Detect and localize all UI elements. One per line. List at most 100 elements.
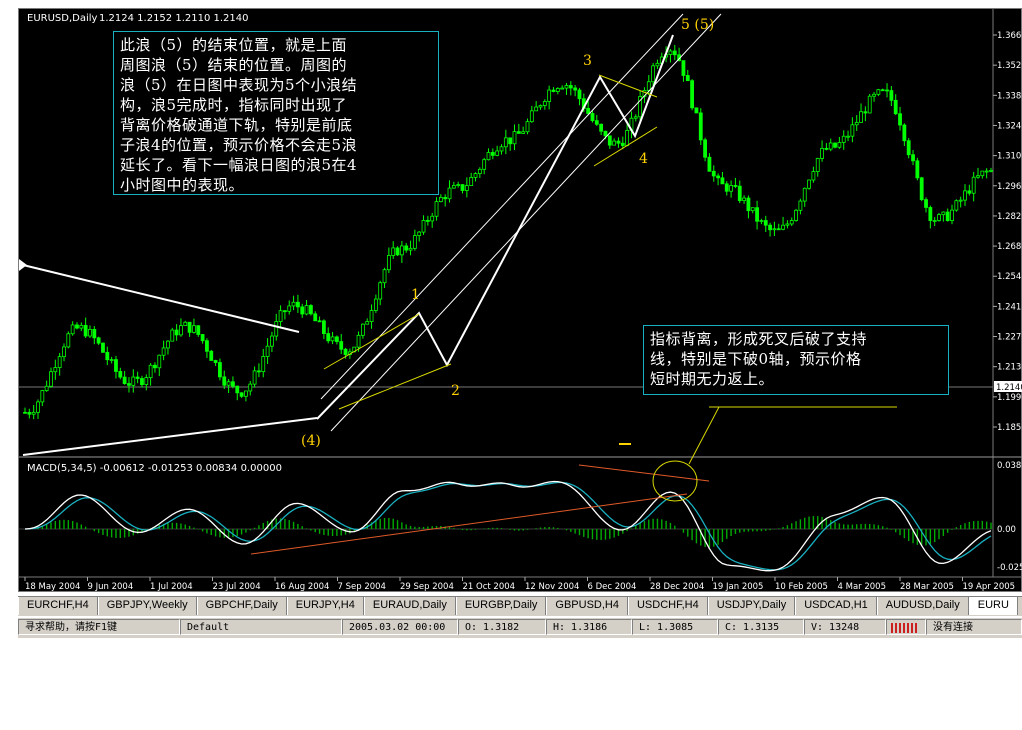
price-tick-label: 1.3240 — [997, 121, 1022, 131]
candle-body — [889, 90, 894, 101]
candle-body — [300, 306, 305, 315]
candle-body — [902, 124, 907, 142]
candle — [148, 363, 153, 386]
candle — [768, 222, 772, 237]
candle-body — [833, 142, 837, 148]
triangle-lower-line — [22, 417, 318, 456]
chart-tab[interactable]: GBPJPY,Weekly — [97, 597, 197, 615]
status-volume-value: 13248 — [829, 622, 860, 633]
chart-ohlc-values: 1.2124 1.2152 1.2110 1.2140 — [99, 13, 249, 24]
candle — [62, 343, 66, 362]
candle-body — [815, 158, 820, 172]
candle-body — [490, 152, 495, 156]
candle — [737, 180, 742, 204]
candle — [954, 199, 959, 212]
candle — [460, 184, 465, 194]
candle-body — [369, 310, 374, 323]
candle-body — [911, 154, 915, 162]
candle — [841, 130, 846, 150]
candle-body — [746, 197, 751, 212]
candle — [309, 304, 313, 316]
candle — [915, 157, 920, 181]
candle — [443, 194, 448, 207]
candle — [599, 123, 604, 136]
chart-tab[interactable]: USDCHF,H4 — [627, 597, 708, 615]
candle-body — [937, 214, 941, 221]
candle-body — [464, 185, 469, 191]
candle — [300, 303, 305, 318]
candle — [378, 280, 383, 306]
candle — [222, 370, 227, 389]
candle-body — [140, 378, 144, 385]
candle — [399, 240, 404, 263]
candle — [811, 166, 816, 183]
candle — [629, 111, 634, 139]
candle — [179, 318, 183, 337]
candle — [763, 215, 768, 233]
chart-tab[interactable]: AUDUSD,Daily — [876, 597, 969, 615]
candle — [941, 211, 946, 222]
candle — [902, 123, 907, 146]
candle — [781, 216, 785, 231]
chart-tab[interactable]: EURU — [968, 597, 1018, 615]
date-tick-label: 19 Jan 2005 — [713, 582, 764, 592]
candle — [196, 325, 201, 337]
candle-body — [378, 282, 383, 300]
candle — [759, 218, 764, 225]
candle — [508, 137, 513, 151]
price-tick-label: 1.2685 — [997, 242, 1022, 252]
candle-body — [573, 87, 578, 91]
macd-main-line — [24, 480, 992, 572]
chart-tab[interactable]: EURAUD,Daily — [363, 597, 456, 615]
candle-body — [941, 211, 946, 216]
candle — [244, 390, 248, 402]
candle-body — [802, 187, 807, 202]
candle-body — [841, 135, 846, 143]
candle-body — [261, 356, 266, 373]
candle-body — [534, 106, 539, 112]
candle-body — [92, 329, 97, 339]
chart-tab[interactable]: GBPUSD,H4 — [546, 597, 628, 615]
macd-tick-label: 0.00 — [997, 525, 1016, 535]
candle — [473, 172, 478, 182]
chart-tab[interactable]: EURCHF,H4 — [18, 597, 98, 615]
status-low-value: 1.3085 — [657, 622, 694, 633]
candle-body — [633, 116, 638, 119]
price-tick-label: 1.3520 — [997, 61, 1022, 71]
candle-body — [711, 170, 716, 177]
chart-tab[interactable]: USDCAD,H1 — [795, 597, 877, 615]
candle-body — [404, 245, 409, 251]
status-close-label: C: — [725, 622, 738, 633]
candle — [334, 335, 339, 345]
date-tick-label: 28 Dec 2004 — [650, 582, 704, 592]
candle — [564, 82, 569, 95]
candle-body — [529, 110, 534, 123]
candle — [694, 107, 699, 114]
status-profile: Default — [180, 619, 342, 635]
candle — [958, 196, 963, 208]
candle-body — [218, 362, 222, 378]
candle-body — [83, 324, 88, 337]
candle — [144, 374, 149, 391]
candle-body — [703, 139, 707, 158]
candle-body — [49, 371, 53, 387]
macd-signal-line — [24, 481, 992, 571]
chart-tab[interactable]: USDJPY,Daily — [707, 597, 796, 615]
candle-body — [66, 333, 71, 348]
chart-tab[interactable]: EURJPY,H4 — [286, 597, 364, 615]
candle-body — [109, 359, 114, 361]
candle-body — [53, 367, 58, 373]
chart-window[interactable]: EURUSD,Daily 1.2124 1.2152 1.2110 1.2140… — [18, 8, 1022, 592]
price-tick-label: 1.2130 — [997, 363, 1022, 373]
candle-body — [516, 131, 521, 134]
macd-title: MACD(5,34,5) -0.00612 -0.01253 0.00834 0… — [27, 463, 282, 474]
candle — [815, 157, 820, 177]
wave-label-4: 4 — [639, 151, 648, 167]
candle-body — [248, 383, 253, 392]
chart-tab[interactable]: GBPCHF,Daily — [196, 597, 287, 615]
candle — [257, 363, 261, 378]
candle-body — [551, 89, 556, 92]
chart-tab[interactable]: EURGBP,Daily — [455, 597, 547, 615]
candle — [616, 137, 621, 148]
annotation-wave5-line: 延长了。看下一幅浪日图的浪5在4 — [120, 156, 358, 174]
